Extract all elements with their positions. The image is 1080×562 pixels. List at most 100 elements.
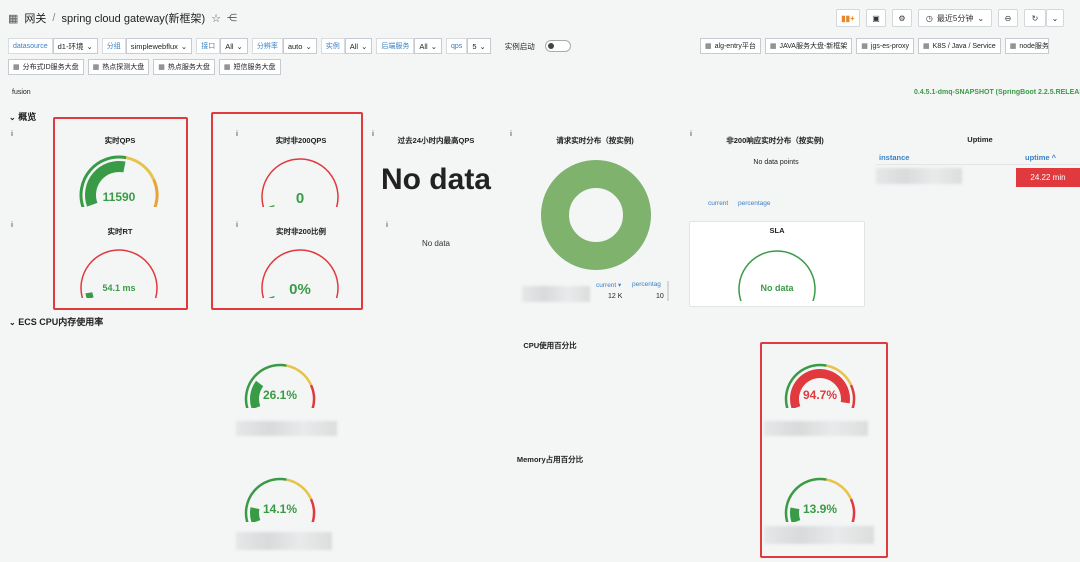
link-hotspot-detect[interactable]: ▦ 热点探测大盘: [87, 59, 150, 75]
legend-percentage[interactable]: percentage: [738, 200, 771, 207]
settings-button[interactable]: ⚙: [892, 9, 912, 27]
chevron-down-icon: ⌄: [236, 41, 243, 51]
panel-info-icon[interactable]: i: [236, 131, 238, 138]
chevron-down-icon: ⌄: [86, 41, 93, 51]
row-ecs-title[interactable]: ⌄ ECS CPU内存使用率: [9, 315, 103, 328]
gauge-value-cpu-left: 26.1%: [262, 388, 298, 402]
uptime-value-cell: 24.22 min: [1016, 168, 1080, 187]
apps-grid-icon: ▦: [92, 64, 100, 71]
add-panel-button[interactable]: ▮▮+: [836, 9, 860, 27]
panel-info-icon[interactable]: i: [236, 222, 238, 229]
toggle-label: 实例启动: [504, 41, 535, 51]
save-icon: ▣: [872, 13, 880, 23]
link-k8s-java[interactable]: ▦ K8S / Java / Service: [918, 38, 1001, 54]
gauge-value-mem-right: 13.9%: [802, 502, 838, 516]
variable-resolution: 分辨率 auto ⌄: [251, 38, 317, 54]
link-distributed-id[interactable]: ▦ 分布式ID服务大盘: [8, 59, 84, 75]
link-alg-entry[interactable]: ▦ alg-entry平台: [700, 38, 761, 54]
link-label: jgs-es-proxy: [870, 42, 910, 50]
refresh-icon: ↻: [1031, 13, 1039, 23]
panel-info-icon[interactable]: i: [11, 131, 13, 138]
link-jgs-es-proxy[interactable]: ▦ jgs-es-proxy: [856, 38, 915, 54]
variable-backend: 后端服务 All ⌄: [376, 38, 443, 54]
legend-current[interactable]: current: [708, 200, 728, 207]
star-icon[interactable]: ☆: [211, 12, 221, 25]
variable-select[interactable]: 5 ⌄: [467, 38, 491, 54]
variable-select[interactable]: All ⌄: [220, 38, 248, 54]
apps-grid-icon[interactable]: ▦: [8, 12, 18, 25]
blurred-host-label: [764, 526, 874, 544]
panel-info-icon[interactable]: i: [386, 222, 388, 229]
variable-label: 实例: [320, 38, 345, 54]
panel-info-icon[interactable]: i: [690, 131, 692, 138]
blurred-host-label: [764, 421, 868, 436]
variable-value: d1-环境: [57, 41, 84, 51]
blurred-host-label: [236, 532, 332, 550]
variable-select[interactable]: All ⌄: [344, 38, 373, 54]
threshold-band-yellow: [826, 478, 853, 500]
legend-header-percentage[interactable]: percentag: [632, 281, 666, 288]
breadcrumb-section[interactable]: 网关: [24, 10, 46, 26]
gauge-value-qps: 11590: [102, 190, 136, 204]
threshold-band-yellow: [286, 364, 313, 386]
fusion-label: fusion: [12, 89, 31, 96]
link-java-service[interactable]: ▦ JAVA服务大盘-新框架: [764, 38, 853, 54]
link-node-service[interactable]: ▦node服务监控: [1004, 38, 1049, 54]
time-picker-button[interactable]: ◷ 最近5分钟 ⌄: [918, 9, 992, 27]
instance-toggle[interactable]: [544, 40, 571, 52]
refresh-button[interactable]: ↻: [1024, 9, 1046, 27]
chevron-down-icon: ⌄: [180, 41, 188, 51]
variable-datasource: datasource d1-环境 ⌄: [8, 38, 98, 54]
panel-title-cpu: CPU使用百分比: [523, 341, 577, 350]
refresh-interval-dropdown[interactable]: ⌄: [1046, 9, 1064, 27]
gauge-value-rt: 54.1 ms: [102, 283, 136, 293]
chevron-down-icon: ⌄: [361, 41, 368, 51]
legend-scrollbar[interactable]: [667, 281, 669, 301]
panel-title-distribution: 请求实时分布（按实例): [556, 136, 634, 145]
variable-select[interactable]: d1-环境 ⌄: [52, 38, 98, 54]
variable-select[interactable]: auto ⌄: [282, 38, 317, 54]
panel-title-uptime: Uptime: [967, 135, 993, 144]
sla-value: No data: [760, 283, 794, 293]
zoom-out-icon: ⊖: [1004, 13, 1012, 23]
zoom-out-button[interactable]: ⊖: [998, 9, 1018, 27]
panel-info-icon[interactable]: i: [11, 222, 13, 229]
maxqps-nodata: No data: [380, 163, 491, 196]
panel-info-icon[interactable]: i: [372, 131, 374, 138]
panel-title-non200ratio: 实时非200比例: [275, 227, 326, 236]
column-header-instance[interactable]: instance: [879, 153, 909, 162]
threshold-band-green: [738, 250, 816, 301]
link-label: 分布式ID服务大盘: [22, 64, 79, 71]
version-text: 0.4.5.1-dmq-SNAPSHOT (SpringBoot 2.2.5.R…: [914, 89, 1080, 96]
save-dashboard-button[interactable]: ▣: [866, 9, 886, 27]
column-header-uptime[interactable]: uptime ^: [1025, 153, 1056, 162]
apps-grid-icon: ▦: [158, 64, 165, 71]
donut-chart-distribution: [541, 160, 651, 270]
chevron-down-icon: ⌄: [430, 41, 438, 51]
variable-value: simplewebflux: [130, 41, 178, 51]
share-icon[interactable]: ⋲: [227, 13, 237, 24]
panel-info-icon[interactable]: i: [510, 131, 512, 138]
row-label: ECS CPU内存使用率: [18, 317, 104, 327]
row-overview-title[interactable]: ⌄ 概览: [9, 110, 36, 123]
apps-grid-icon: ▦: [1009, 43, 1017, 50]
panel-title-non200dist: 非200响应实时分布（按实例): [726, 136, 824, 145]
link-sms-service[interactable]: ▦ 短信服务大盘: [218, 59, 281, 75]
apps-grid-icon: ▦: [923, 43, 930, 50]
variable-select[interactable]: simplewebflux ⌄: [125, 38, 193, 54]
uptime-table-header: instance uptime ^: [876, 151, 1080, 165]
variables-bar: datasource d1-环境 ⌄ 分组 simplewebflux ⌄ 接口 A…: [8, 38, 571, 54]
breadcrumb: ▦ 网关 / spring cloud gateway(新框架) ☆ ⋲: [8, 10, 237, 26]
variable-endpoint: 接口 All ⌄: [196, 38, 248, 54]
chevron-down-icon: ⌄: [9, 113, 16, 122]
apps-grid-icon: ▦: [223, 64, 231, 71]
variable-select[interactable]: All ⌄: [414, 38, 443, 54]
gauge-value-cpu-right: 94.7%: [802, 388, 838, 402]
link-label: K8S / Java / Service: [932, 42, 996, 50]
legend-header-current[interactable]: current ▾: [596, 281, 621, 289]
apps-grid-icon: ▦: [769, 43, 777, 50]
link-hotspot-service[interactable]: ▦ 热点服务大盘: [153, 59, 215, 75]
link-label: 热点探测大盘: [102, 64, 145, 71]
dashboard-title[interactable]: spring cloud gateway(新框架): [61, 10, 205, 26]
variable-value: 5: [472, 41, 477, 51]
